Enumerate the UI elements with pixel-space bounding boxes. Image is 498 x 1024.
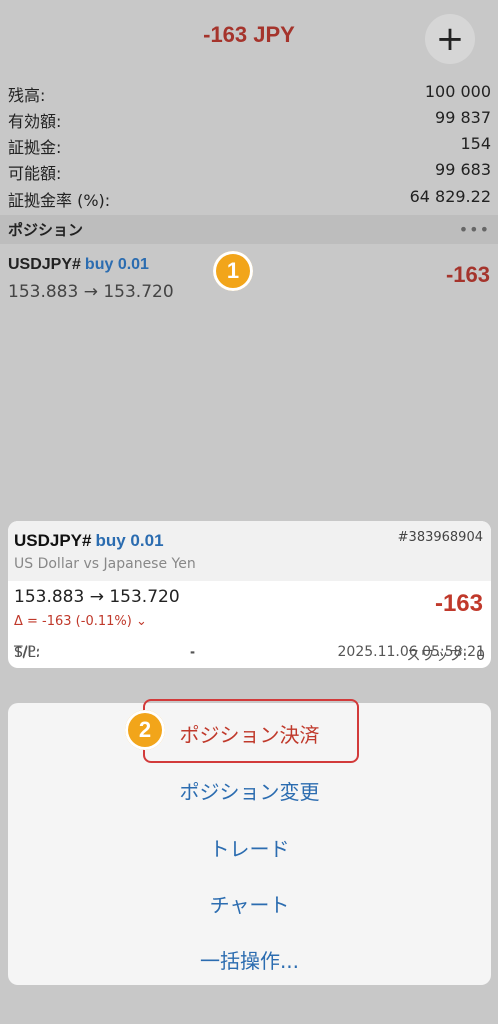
symbol-description: US Dollar vs Japanese Yen: [14, 556, 196, 572]
page-title: -163 JPY: [203, 22, 295, 47]
chart-button[interactable]: チャート: [8, 889, 491, 918]
summary-label: 証拠金:: [8, 138, 62, 157]
summary-value: 154: [460, 134, 491, 153]
summary-margin-level: 証拠金率 (%): 64 829.22: [8, 187, 491, 211]
summary-label: 残高:: [8, 86, 46, 105]
tp-label: T/P:: [14, 644, 41, 660]
bulk-operations-button[interactable]: 一括操作...: [8, 945, 491, 974]
summary-label: 証拠金率 (%):: [8, 191, 111, 210]
summary-value: 64 829.22: [409, 187, 491, 206]
positions-section-header: ポジション •••: [0, 215, 498, 244]
ticket-number: #383968904: [397, 530, 483, 545]
summary-label: 有効額:: [8, 112, 62, 131]
summary-balance: 残高: 100 000: [8, 82, 491, 106]
step-badge-1: 1: [213, 251, 253, 291]
summary-free-margin: 可能額: 99 683: [8, 160, 491, 184]
step-badge-2: 2: [125, 710, 165, 750]
position-title: USDJPY# buy 0.01: [8, 256, 149, 274]
card-symbol: USDJPY#: [14, 531, 92, 550]
position-side: buy 0.01: [84, 256, 149, 273]
modify-position-button[interactable]: ポジション変更: [8, 776, 491, 805]
more-icon[interactable]: •••: [459, 220, 490, 239]
trade-button[interactable]: トレード: [8, 833, 491, 862]
card-profit: -163: [434, 590, 483, 617]
tp-row-container: T/P: - 2025.11.06 05:58:21: [8, 642, 491, 666]
card-side: buy 0.01: [95, 531, 164, 550]
card-title: USDJPY# buy 0.01: [14, 531, 164, 551]
section-title: ポジション: [8, 221, 84, 239]
card-prices: 153.883 → 153.720: [14, 587, 180, 607]
add-icon[interactable]: +: [425, 14, 475, 64]
position-symbol: USDJPY#: [8, 256, 81, 273]
card-header: USDJPY# buy 0.01 #383968904 US Dollar vs …: [8, 521, 491, 581]
summary-label: 可能額:: [8, 164, 62, 183]
price-delta[interactable]: Δ = -163 (-0.11%) ⌄: [14, 614, 147, 629]
open-time: 2025.11.06 05:58:21: [337, 644, 486, 660]
summary-value: 99 837: [435, 108, 491, 127]
summary-equity: 有効額: 99 837: [8, 108, 491, 132]
summary-margin: 証拠金: 154: [8, 134, 491, 158]
summary-value: 99 683: [435, 160, 491, 179]
summary-value: 100 000: [424, 82, 491, 101]
position-prices: 153.883 → 153.720: [8, 282, 174, 302]
tp-value: -: [190, 644, 196, 660]
highlight-box: [143, 699, 359, 763]
position-profit: -163: [445, 262, 490, 287]
